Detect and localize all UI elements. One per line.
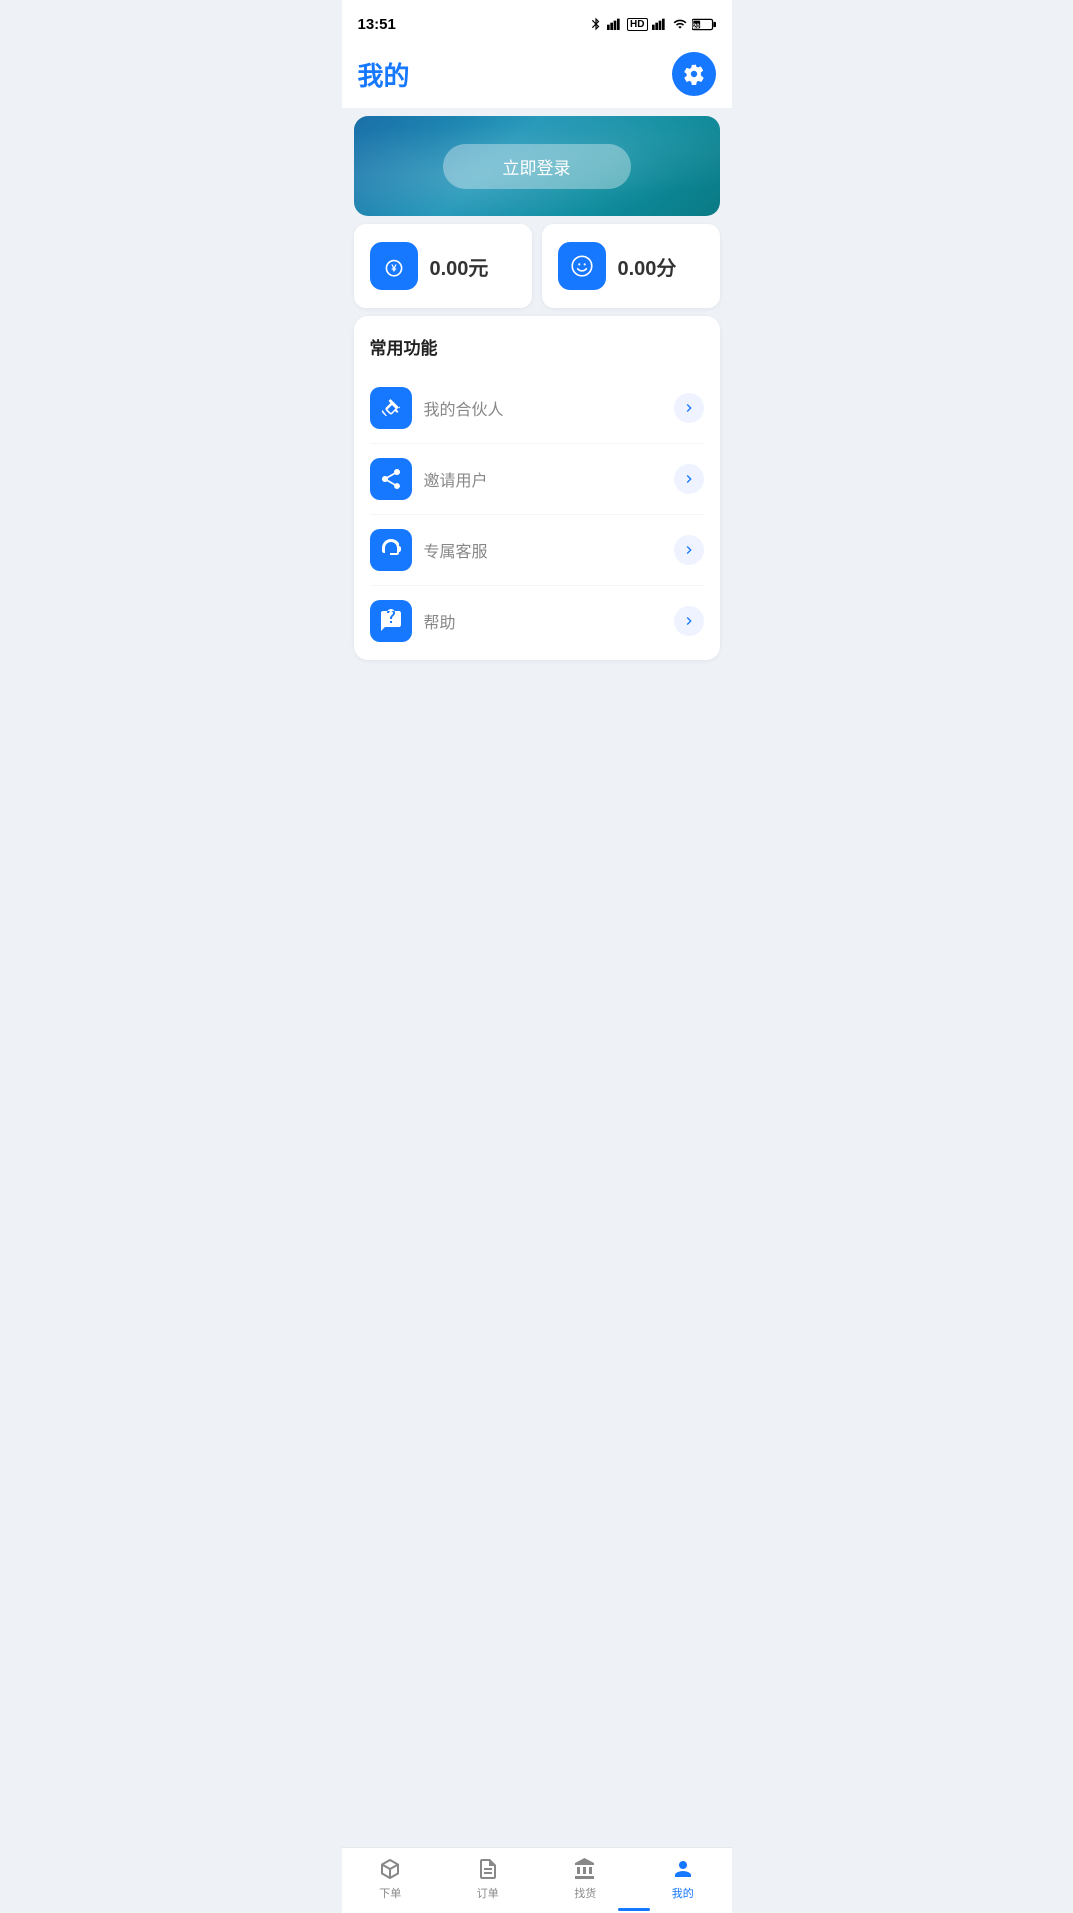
svg-text:¥: ¥ <box>391 263 397 274</box>
warehouse-icon <box>573 1857 597 1881</box>
help-label: 帮助 <box>424 609 674 633</box>
feature-item-invite[interactable]: 邀请用户 <box>370 444 704 515</box>
bluetooth-icon <box>589 17 603 31</box>
feature-item-partner[interactable]: 我的合伙人 <box>370 373 704 444</box>
chevron-right-icon2 <box>681 471 697 487</box>
points-value: 0.00分 <box>618 252 677 281</box>
partner-arrow <box>674 393 704 423</box>
points-icon <box>569 253 595 279</box>
document-icon <box>476 1857 500 1881</box>
page-title: 我的 <box>358 56 410 93</box>
invite-icon-container <box>370 458 412 500</box>
help-icon <box>379 609 403 633</box>
yuan-icon-container: ¥ <box>370 242 418 290</box>
features-title: 常用功能 <box>370 334 704 359</box>
login-button[interactable]: 立即登录 <box>443 144 631 189</box>
chevron-right-icon4 <box>681 613 697 629</box>
yuan-value: 0.00元 <box>430 252 489 281</box>
service-label: 专属客服 <box>424 538 674 562</box>
partner-icon-container <box>370 387 412 429</box>
service-icon-container <box>370 529 412 571</box>
handshake-icon <box>379 396 403 420</box>
chevron-right-icon <box>681 400 697 416</box>
person-icon <box>671 1857 695 1881</box>
hd-label: HD <box>627 18 647 31</box>
signal-icon <box>607 17 623 31</box>
nav-item-find-goods[interactable]: 找货 <box>537 1856 635 1905</box>
signal-icon2 <box>652 17 668 31</box>
box-icon-container <box>377 1856 403 1882</box>
feature-item-service[interactable]: 专属客服 <box>370 515 704 586</box>
help-icon-container <box>370 600 412 642</box>
money-bag-icon: ¥ <box>381 253 407 279</box>
warehouse-icon-container <box>572 1856 598 1882</box>
share-icon <box>379 467 403 491</box>
headset-icon <box>379 538 403 562</box>
status-bar: 13:51 HD 20 <box>342 0 732 44</box>
nav-label-find-goods: 找货 <box>574 1885 596 1901</box>
person-icon-container <box>670 1856 696 1882</box>
nav-item-order-place[interactable]: 下单 <box>342 1856 440 1905</box>
partner-label: 我的合伙人 <box>424 396 674 420</box>
settings-button[interactable] <box>672 52 716 96</box>
points-icon-container <box>558 242 606 290</box>
service-arrow <box>674 535 704 565</box>
nav-item-orders[interactable]: 订单 <box>439 1856 537 1905</box>
header: 我的 <box>342 44 732 108</box>
battery-icon: 20 <box>692 18 716 31</box>
status-icons: HD 20 <box>589 17 715 31</box>
help-arrow <box>674 606 704 636</box>
svg-text:20: 20 <box>692 23 699 29</box>
feature-item-help[interactable]: 帮助 <box>370 586 704 642</box>
features-section: 常用功能 我的合伙人 邀请用户 <box>354 316 720 660</box>
nav-label-order-place: 下单 <box>379 1885 401 1901</box>
nav-label-orders: 订单 <box>477 1885 499 1901</box>
main-content: 立即登录 ¥ 0.00元 0.0 <box>342 116 732 748</box>
nav-active-indicator <box>618 1908 650 1911</box>
balance-row: ¥ 0.00元 0.00分 <box>354 224 720 308</box>
login-banner: 立即登录 <box>354 116 720 216</box>
bottom-nav: 下单 订单 找货 我的 <box>342 1847 732 1913</box>
invite-label: 邀请用户 <box>424 467 674 491</box>
chevron-right-icon3 <box>681 542 697 558</box>
settings-icon <box>683 63 705 85</box>
document-icon-container <box>475 1856 501 1882</box>
invite-arrow <box>674 464 704 494</box>
wifi-icon <box>672 17 688 31</box>
status-time: 13:51 <box>358 16 396 33</box>
nav-item-mine[interactable]: 我的 <box>634 1856 732 1905</box>
points-balance-card[interactable]: 0.00分 <box>542 224 720 308</box>
nav-label-mine: 我的 <box>672 1885 694 1901</box>
yuan-balance-card[interactable]: ¥ 0.00元 <box>354 224 532 308</box>
box-icon <box>378 1857 402 1881</box>
